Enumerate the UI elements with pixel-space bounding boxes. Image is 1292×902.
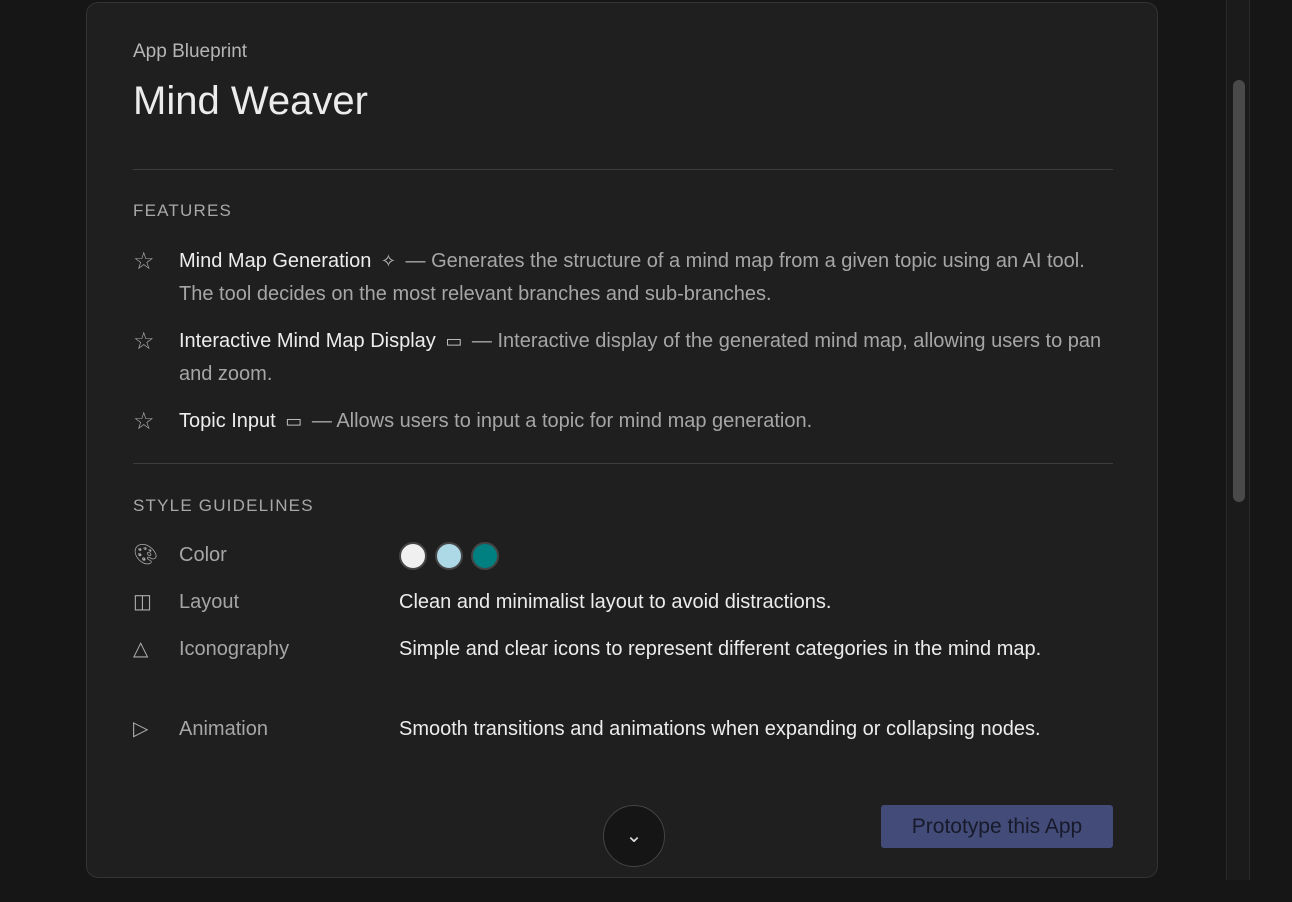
feature-item: ☆ Interactive Mind Map Display ▭ — Inter…	[133, 325, 1113, 391]
star-icon: ☆	[133, 248, 155, 275]
prototype-app-button[interactable]: Prototype this App	[881, 805, 1113, 848]
star-icon: ☆	[133, 328, 155, 355]
style-label: Iconography	[179, 638, 290, 660]
sparkle-icon: ✧	[380, 251, 396, 271]
style-value: Clean and minimalist layout to avoid dis…	[399, 591, 832, 613]
layout-icon: ◫	[133, 591, 152, 613]
color-swatches	[399, 539, 1113, 572]
scrollbar-thumb[interactable]	[1233, 80, 1245, 502]
card-subtitle: App Blueprint	[133, 41, 248, 62]
color-swatch	[435, 541, 463, 570]
shapes-icon: △	[133, 638, 149, 660]
scroll-down-button[interactable]: ⌄	[603, 805, 665, 867]
window-icon: ▭	[285, 411, 303, 431]
chevron-down-icon: ⌄	[625, 825, 643, 847]
style-value: Simple and clear icons to represent diff…	[399, 638, 1042, 660]
play-icon: ▷	[133, 718, 149, 740]
feature-item: ☆ Mind Map Generation ✧ — Generates the …	[133, 245, 1113, 311]
style-label: Animation	[179, 718, 268, 740]
style-heading: STYLE GUIDELINES	[133, 496, 314, 515]
blueprint-card: App Blueprint Mind Weaver FEATURES ☆ Min…	[86, 2, 1158, 878]
style-label: Layout	[179, 591, 240, 613]
feature-name: Mind Map Generation	[179, 250, 372, 272]
feature-name: Interactive Mind Map Display	[179, 330, 436, 352]
features-heading: FEATURES	[133, 201, 233, 220]
star-icon: ☆	[133, 408, 155, 435]
style-value: Smooth transitions and animations when e…	[399, 718, 1041, 740]
scrollbar[interactable]	[1226, 0, 1250, 880]
palette-icon: 🎨︎	[133, 544, 159, 566]
style-label: Color	[179, 544, 227, 566]
feature-item: ☆ Topic Input ▭ — Allows users to input …	[133, 405, 1113, 438]
divider	[133, 463, 1113, 464]
divider	[133, 169, 1113, 170]
color-swatch	[471, 541, 499, 570]
window-icon: ▭	[445, 331, 463, 351]
color-swatch	[399, 541, 427, 570]
feature-name: Topic Input	[179, 410, 276, 432]
feature-desc: — Allows users to input a topic for mind…	[311, 410, 813, 432]
page-title: Mind Weaver	[133, 79, 368, 123]
